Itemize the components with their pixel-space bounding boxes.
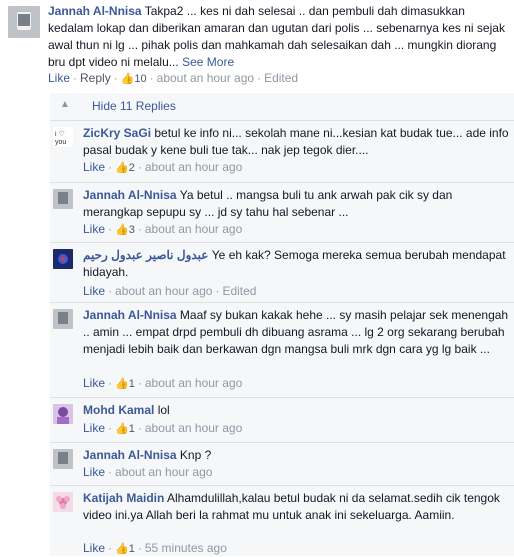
avatar-photo-icon — [53, 404, 73, 424]
like-count[interactable]: 👍3 — [115, 222, 135, 238]
reply-actions: Like · 👍1 · about an hour ago — [83, 421, 243, 437]
avatar-logo-icon — [53, 249, 73, 269]
reply-item: Jannah Al-Nnisa Ya betul .. mangsa buli … — [50, 182, 514, 243]
hide-replies-link[interactable]: Hide 11 Replies — [92, 99, 176, 113]
reply-item: Jannah Al-Nnisa Maaf sy bukan kakak hehe… — [50, 302, 514, 398]
reply-author[interactable]: Jannah Al-Nnisa — [83, 448, 177, 462]
like-link[interactable]: Like — [83, 222, 105, 236]
like-link[interactable]: Like — [83, 421, 105, 435]
edited-label[interactable]: Edited — [222, 284, 256, 298]
timestamp[interactable]: about an hour ago — [157, 71, 254, 85]
comment-text: Jannah Al-Nnisa Takpa2 ... kes ni dah se… — [48, 3, 508, 71]
reply-actions: Like · 👍1 · about an hour ago — [83, 376, 243, 392]
timestamp[interactable]: 55 minutes ago — [145, 541, 227, 555]
avatar[interactable] — [53, 492, 73, 512]
reply-text: Katijah Maidin Alhamdulillah,kalau betul… — [83, 490, 511, 524]
thumbs-up-icon: 👍 — [115, 423, 129, 435]
like-count[interactable]: 👍10 — [121, 71, 147, 87]
thumbs-up-icon: 👍 — [120, 73, 135, 85]
like-link[interactable]: Like — [83, 284, 105, 298]
reply-author[interactable]: ZicKry SaGi — [83, 126, 151, 140]
avatar[interactable] — [53, 309, 73, 329]
see-more-link[interactable]: See More — [182, 55, 234, 69]
avatar-photo-icon — [53, 449, 73, 469]
reply-text: Jannah Al-Nnisa Knp ? — [83, 447, 511, 464]
like-count[interactable]: 👍2 — [115, 160, 135, 176]
reply-author[interactable]: Mohd Kamal — [83, 403, 154, 417]
reply-item: عبدول ناصير عبدول رحيم Ye eh kak? Semoga… — [50, 242, 514, 303]
reply-actions: Like · about an hour ago · Edited — [83, 284, 257, 298]
comment-actions: Like · Reply · 👍10 · about an hour ago · Edited — [48, 71, 299, 87]
avatar[interactable] — [53, 189, 73, 209]
timestamp[interactable]: about an hour ago — [145, 160, 242, 174]
like-link[interactable]: Like — [48, 71, 70, 85]
avatar[interactable] — [53, 249, 73, 269]
like-count[interactable]: 👍1 — [115, 541, 135, 557]
hide-replies-bar[interactable]: ▲ Hide 11 Replies — [50, 93, 514, 121]
avatar[interactable]: i ♡ you — [53, 127, 73, 147]
reply-item: Katijah Maidin Alhamdulillah,kalau betul… — [50, 485, 514, 557]
collapse-triangle-icon: ▲ — [60, 99, 70, 110]
reply-body: lol — [157, 403, 170, 417]
thumbs-up-icon: 👍 — [115, 378, 129, 390]
svg-text:i ♡: i ♡ — [55, 130, 65, 138]
reply-item: i ♡ you ZicKry SaGi betul ke info ni... … — [50, 120, 514, 183]
avatar[interactable] — [53, 449, 73, 469]
timestamp[interactable]: about an hour ago — [115, 284, 212, 298]
reply-actions: Like · about an hour ago — [83, 465, 213, 479]
top-comment: Jannah Al-Nnisa Takpa2 ... kes ni dah se… — [0, 0, 514, 88]
like-link[interactable]: Like — [83, 376, 105, 390]
reply-actions: Like · 👍1 · 55 minutes ago — [83, 541, 227, 557]
reply-item: Mohd Kamal lol Like · 👍1 · about an hour ago — [50, 397, 514, 443]
reply-author[interactable]: Jannah Al-Nnisa — [83, 308, 177, 322]
like-link[interactable]: Like — [83, 465, 105, 479]
avatar-photo-icon — [8, 6, 40, 38]
like-count[interactable]: 👍1 — [115, 421, 135, 437]
avatar-photo-icon — [53, 309, 73, 329]
reply-body: Knp ? — [179, 448, 212, 462]
svg-text:you: you — [55, 139, 66, 146]
reply-item: Jannah Al-Nnisa Knp ? Like · about an hour… — [50, 442, 514, 486]
reply-actions: Like · 👍3 · about an hour ago — [83, 222, 243, 238]
timestamp[interactable]: about an hour ago — [145, 421, 242, 435]
reply-text: عبدول ناصير عبدول رحيم Ye eh kak? Semoga… — [83, 247, 511, 281]
thumbs-up-icon: 👍 — [115, 162, 129, 174]
like-link[interactable]: Like — [83, 160, 105, 174]
reply-text: ZicKry SaGi betul ke info ni... sekolah … — [83, 125, 511, 159]
timestamp[interactable]: about an hour ago — [145, 376, 242, 390]
thumbs-up-icon: 👍 — [115, 543, 129, 555]
like-link[interactable]: Like — [83, 541, 105, 555]
reply-link[interactable]: Reply — [80, 71, 111, 85]
reply-text: Mohd Kamal lol — [83, 402, 511, 419]
reply-author[interactable]: Jannah Al-Nnisa — [83, 188, 177, 202]
reply-text: Jannah Al-Nnisa Maaf sy bukan kakak hehe… — [83, 307, 511, 358]
avatar-photo-icon — [53, 189, 73, 209]
reply-author[interactable]: عبدول ناصير عبدول رحيم — [83, 248, 208, 262]
timestamp[interactable]: about an hour ago — [115, 465, 212, 479]
reply-author[interactable]: Katijah Maidin — [83, 491, 164, 505]
thumbs-up-icon: 👍 — [115, 224, 129, 236]
reply-actions: Like · 👍2 · about an hour ago — [83, 160, 243, 176]
comment-author[interactable]: Jannah Al-Nnisa — [48, 4, 142, 18]
avatar[interactable] — [8, 6, 40, 38]
replies-section: ▲ Hide 11 Replies i ♡ you ZicKry SaGi be… — [50, 93, 514, 556]
avatar-flower-icon — [53, 492, 73, 512]
avatar[interactable] — [53, 404, 73, 424]
edited-label[interactable]: Edited — [264, 71, 298, 85]
timestamp[interactable]: about an hour ago — [145, 222, 242, 236]
like-count[interactable]: 👍1 — [115, 376, 135, 392]
reply-text: Jannah Al-Nnisa Ya betul .. mangsa buli … — [83, 187, 511, 221]
avatar-icon-text-i-love-you: i ♡ you — [53, 127, 73, 147]
